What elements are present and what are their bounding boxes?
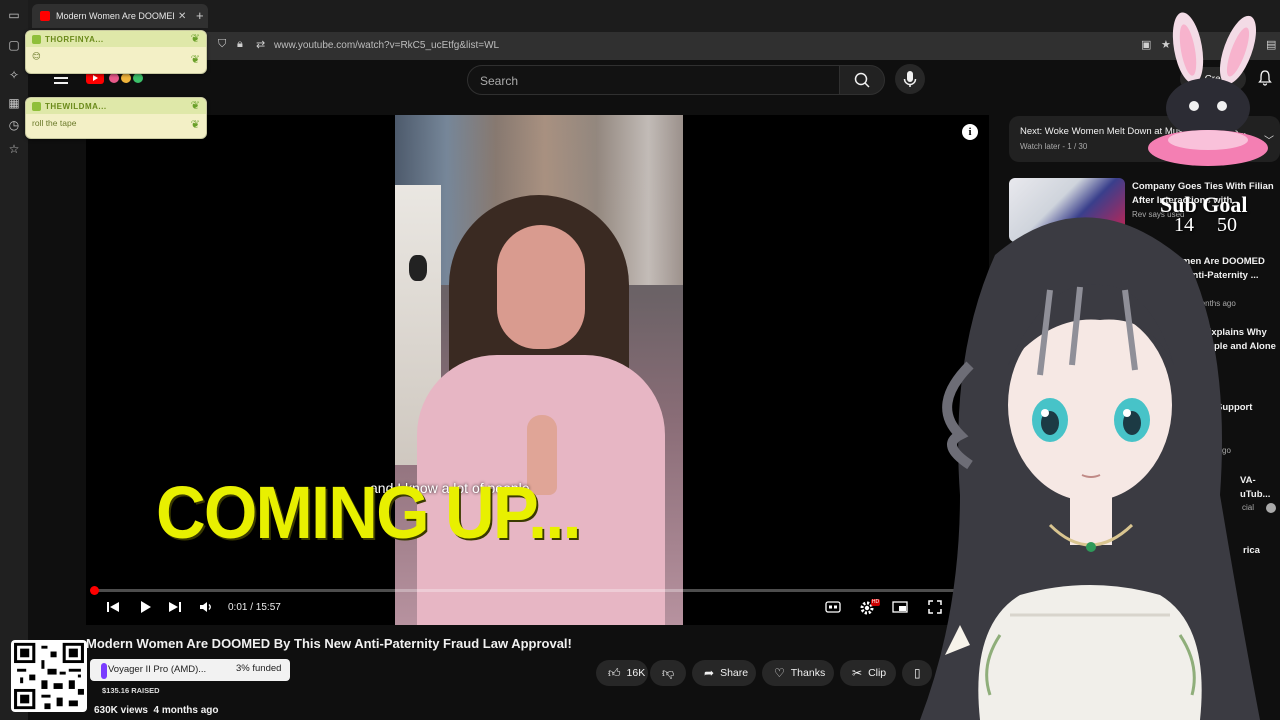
bookmark-icon[interactable]: ▢ (7, 38, 21, 52)
thumbs-down-icon: 👎︎ (662, 665, 675, 680)
search-button[interactable] (839, 65, 885, 95)
coming-up-overlay-text: COMING UP... (156, 471, 582, 554)
bunny-mascot-icon (1148, 12, 1268, 166)
leaf-icon: ❦ (190, 119, 200, 131)
chat-message-card: THEWILDMA... roll the tape ❦ ❦ (25, 97, 207, 139)
chat-header: THORFINYA... (26, 31, 206, 47)
view-count: 630K views (94, 705, 148, 716)
donation-progress-fill (101, 663, 107, 679)
clip-label: Clip (868, 667, 887, 679)
qr-code-pattern-icon (14, 642, 84, 710)
previous-icon[interactable] (106, 600, 120, 614)
progress-scrubber[interactable] (90, 586, 99, 595)
history-icon[interactable]: ◷ (7, 118, 21, 132)
volume-icon[interactable] (199, 600, 213, 614)
search-icon (854, 72, 870, 88)
search-input[interactable] (478, 66, 822, 96)
shield-icon[interactable]: ⛉ (218, 38, 226, 51)
like-button[interactable]: 👍︎ 16K (596, 660, 648, 686)
like-count: 16K (626, 667, 646, 679)
voice-search-button[interactable] (895, 64, 925, 94)
video-title: Modern Women Are DOOMED By This New Anti… (86, 636, 572, 651)
tab-bar (28, 0, 1280, 32)
chat-header: THEWILDMA... (26, 98, 206, 114)
time-display: 0:01 / 15:57 (228, 602, 281, 613)
share-button[interactable]: ➦ Share (692, 660, 756, 686)
donation-raised-label: $135.16 RAISED (102, 686, 160, 695)
leaf-icon: ❦ (190, 100, 200, 112)
new-tab-button[interactable]: + (196, 8, 204, 23)
grid-icon[interactable]: ▦ (7, 96, 21, 110)
chat-username: THORFINYA... (45, 34, 104, 44)
donation-item-label: Voyager II Pro (AMD)... (108, 664, 207, 675)
next-icon[interactable] (168, 600, 182, 614)
search-box (467, 65, 841, 96)
browser-tab[interactable]: Modern Women Are DOOMED ✕ (32, 4, 208, 28)
share-label: Share (720, 667, 749, 679)
chat-username: THEWILDMA... (45, 101, 107, 111)
play-icon[interactable] (138, 600, 152, 614)
leaf-icon: ❦ (190, 33, 200, 45)
captions-icon[interactable] (825, 600, 841, 614)
dislike-button[interactable]: 👎︎ (650, 660, 686, 686)
clip-button[interactable]: ✂ Clip (840, 660, 896, 686)
chat-message: roll the tape (32, 118, 77, 128)
tab-title: Modern Women Are DOOMED (56, 11, 174, 21)
donation-funded-label: 3% funded (236, 663, 282, 674)
thanks-button[interactable]: ♡ Thanks (762, 660, 834, 686)
info-icon[interactable]: i (962, 124, 978, 140)
chat-message-card: THORFINYA... 😊 ❦ ❦ (25, 30, 207, 74)
site-settings-icon[interactable]: ⇄ (256, 38, 265, 51)
lock-icon[interactable]: 🔒︎ (237, 38, 243, 51)
chat-badge-icon (32, 101, 41, 111)
progress-bar[interactable] (94, 589, 974, 592)
view-stats: 630K views 4 months ago (94, 705, 219, 716)
thanks-label: Thanks (790, 667, 826, 679)
star-icon[interactable]: ☆ (7, 142, 21, 156)
browser-sidebar: ▭ ▢ ✧ ▦ ◷ ☆ (0, 0, 28, 720)
hamburger-menu-icon[interactable] (54, 72, 68, 87)
scissors-icon: ✂ (852, 666, 863, 680)
chat-badge-icon (32, 34, 41, 44)
thanks-heart-icon: ♡ (774, 666, 785, 680)
url-input[interactable]: www.youtube.com/watch?v=RkC5_ucEtfg&list… (274, 40, 499, 51)
person-face (497, 225, 585, 349)
vtuber-avatar (920, 217, 1260, 720)
share-arrow-icon: ➦ (704, 666, 715, 680)
address-bar (28, 32, 1280, 60)
extensions-icon[interactable]: ✧ (7, 68, 21, 82)
youtube-favicon-icon (40, 11, 50, 21)
chat-message: 😊 (32, 51, 41, 61)
leaf-icon: ❦ (190, 54, 200, 66)
tab-close-icon[interactable]: ✕ (178, 11, 186, 22)
playlist-position: Watch later - 1 / 30 (1020, 142, 1088, 151)
hd-badge: HD (871, 599, 880, 606)
microphone-icon (903, 71, 917, 87)
tabs-icon[interactable]: ▭ (7, 8, 21, 22)
upload-age: 4 months ago (153, 705, 219, 716)
qr-code (11, 640, 87, 712)
thumbs-up-icon: 👍︎ (608, 665, 621, 680)
